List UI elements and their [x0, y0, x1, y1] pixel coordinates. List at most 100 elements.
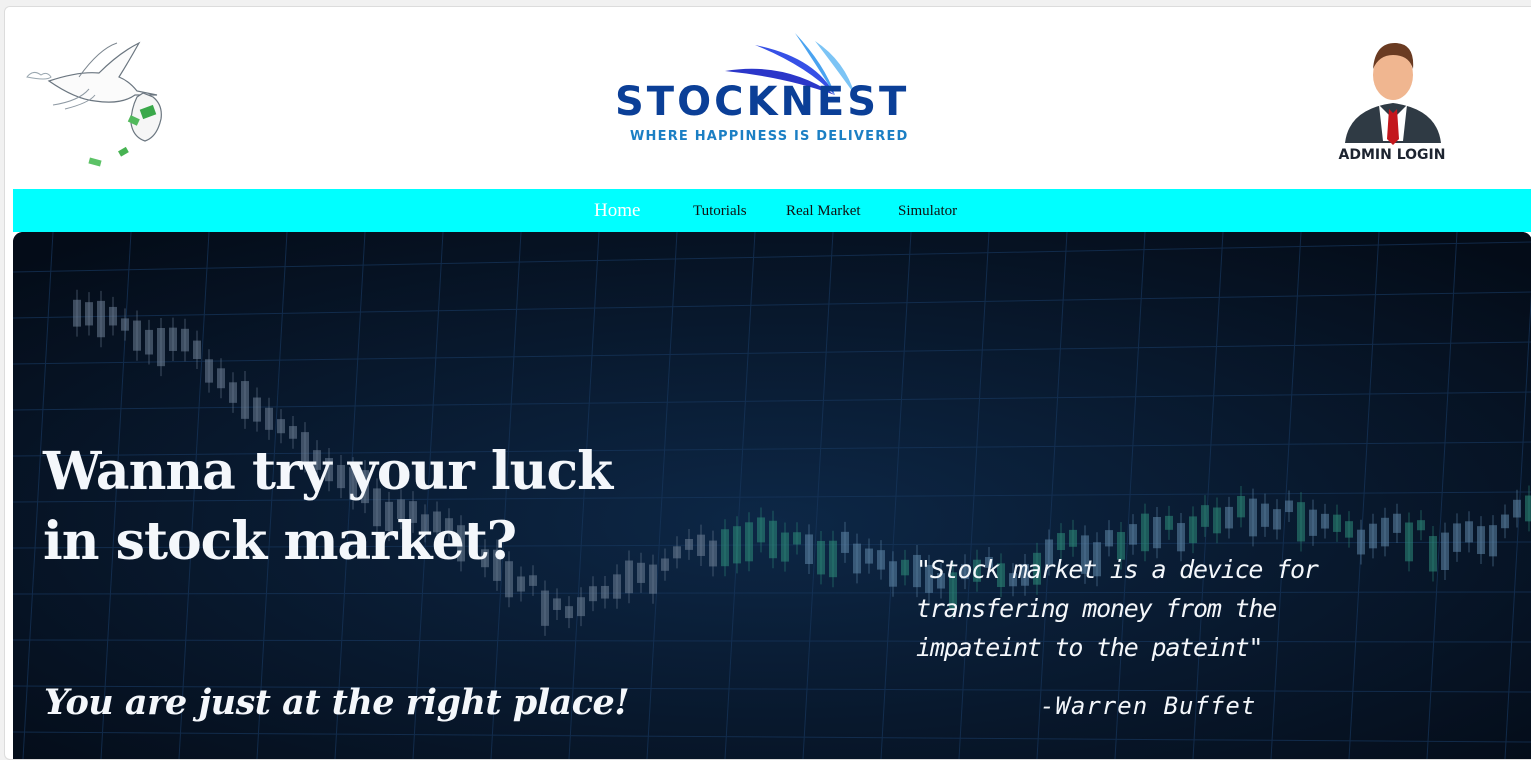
background-candle — [613, 574, 621, 599]
background-candle — [217, 368, 225, 389]
background-candle — [1129, 524, 1137, 545]
background-candle — [781, 532, 789, 562]
background-candle — [553, 598, 561, 610]
background-candle — [145, 329, 153, 355]
background-candle — [901, 559, 909, 576]
quote-line-1: "Stock market is a device for — [916, 555, 1319, 584]
background-candle — [1525, 495, 1531, 522]
background-candle — [1405, 522, 1413, 562]
background-candle — [1201, 505, 1209, 527]
nav-real-market[interactable]: Real Market — [786, 189, 861, 232]
background-candle — [229, 382, 237, 403]
background-candle — [817, 540, 825, 575]
background-candle — [1321, 513, 1329, 529]
background-candle — [1309, 509, 1317, 536]
background-candle — [1057, 533, 1065, 551]
background-candle — [1513, 499, 1521, 518]
hero-headline: Wanna try your luck in stock market? — [43, 437, 683, 577]
background-candle — [1369, 523, 1377, 549]
brand-name: STOCKNEST — [615, 79, 910, 125]
background-candle — [565, 606, 573, 619]
background-candle — [1249, 498, 1257, 537]
background-candle — [865, 548, 873, 564]
background-candle — [1441, 532, 1449, 571]
main-navigation: Home Tutorials Real Market Simulator — [13, 189, 1531, 232]
background-candle — [241, 381, 249, 419]
background-candle — [769, 520, 777, 559]
background-candle — [277, 419, 285, 434]
background-candle — [265, 407, 273, 430]
background-candle — [1177, 523, 1185, 552]
background-candle — [169, 327, 177, 351]
background-candle — [1285, 500, 1293, 513]
quote-text: "Stock market is a device for transferin… — [916, 550, 1336, 667]
background-candle — [1297, 502, 1305, 542]
background-candle — [697, 534, 705, 556]
background-candle — [1069, 529, 1077, 547]
background-candle — [1381, 517, 1389, 547]
background-candle — [721, 529, 729, 567]
hero-headline-line-1: Wanna try your luck — [43, 441, 613, 502]
background-candle — [1165, 515, 1173, 530]
background-candle — [1357, 529, 1365, 555]
background-candle — [181, 328, 189, 352]
background-candle — [877, 550, 885, 570]
businessman-avatar-icon — [1345, 43, 1441, 145]
background-candle — [157, 327, 165, 367]
background-candle — [1489, 525, 1497, 557]
background-candle — [1417, 520, 1425, 531]
hero-banner: Wanna try your luck in stock market? You… — [13, 232, 1531, 759]
background-candle — [1225, 506, 1233, 529]
background-candle — [889, 561, 897, 587]
background-candle — [1333, 514, 1341, 532]
background-candle — [1501, 514, 1509, 529]
background-candle — [1429, 536, 1437, 572]
background-candle — [133, 320, 141, 351]
background-candle — [1213, 507, 1221, 534]
background-candle — [829, 540, 837, 578]
header: STOCKNEST WHERE HAPPINESS IS DELIVERED A… — [5, 7, 1531, 189]
admin-login-label: ADMIN LOGIN — [1338, 147, 1446, 163]
background-candle — [1105, 530, 1113, 547]
background-candle — [841, 531, 849, 553]
background-candle — [1273, 509, 1281, 530]
hero-subline: You are just at the right place! — [44, 682, 630, 723]
background-candle — [601, 585, 609, 599]
background-candle — [1465, 521, 1473, 543]
background-candle — [709, 540, 717, 567]
background-candle — [73, 299, 81, 327]
nav-home[interactable]: Home — [594, 189, 640, 232]
background-candle — [589, 586, 597, 602]
hero-headline-line-2: in stock market? — [43, 511, 517, 572]
background-candle — [121, 318, 129, 331]
quote-author: -Warren Buffet — [1040, 692, 1257, 720]
background-candle — [109, 306, 117, 326]
background-candle — [757, 517, 765, 543]
background-candle — [853, 543, 861, 574]
background-candle — [1345, 521, 1353, 538]
background-candle — [541, 590, 549, 626]
background-candle — [1453, 523, 1461, 552]
background-candle — [805, 534, 813, 565]
background-candle — [253, 397, 261, 422]
quote-line-3: impateint to the pateint" — [916, 633, 1263, 662]
background-candle — [685, 538, 693, 550]
background-candle — [1153, 516, 1161, 549]
background-candle — [193, 340, 201, 360]
background-candle — [577, 597, 585, 617]
page: STOCKNEST WHERE HAPPINESS IS DELIVERED A… — [4, 6, 1531, 760]
background-candle — [97, 300, 105, 338]
background-candle — [793, 532, 801, 545]
background-candle — [517, 576, 525, 592]
background-candle — [1141, 513, 1149, 552]
background-candle — [205, 359, 213, 383]
quote-line-2: transfering money from the — [916, 594, 1277, 623]
background-candle — [1261, 503, 1269, 527]
brand-tagline: WHERE HAPPINESS IS DELIVERED — [630, 129, 909, 144]
nav-simulator[interactable]: Simulator — [898, 189, 957, 232]
background-candle — [745, 522, 753, 562]
background-candle — [733, 526, 741, 564]
background-candle — [1393, 513, 1401, 533]
background-candle — [1189, 516, 1197, 544]
nav-tutorials[interactable]: Tutorials — [693, 189, 747, 232]
